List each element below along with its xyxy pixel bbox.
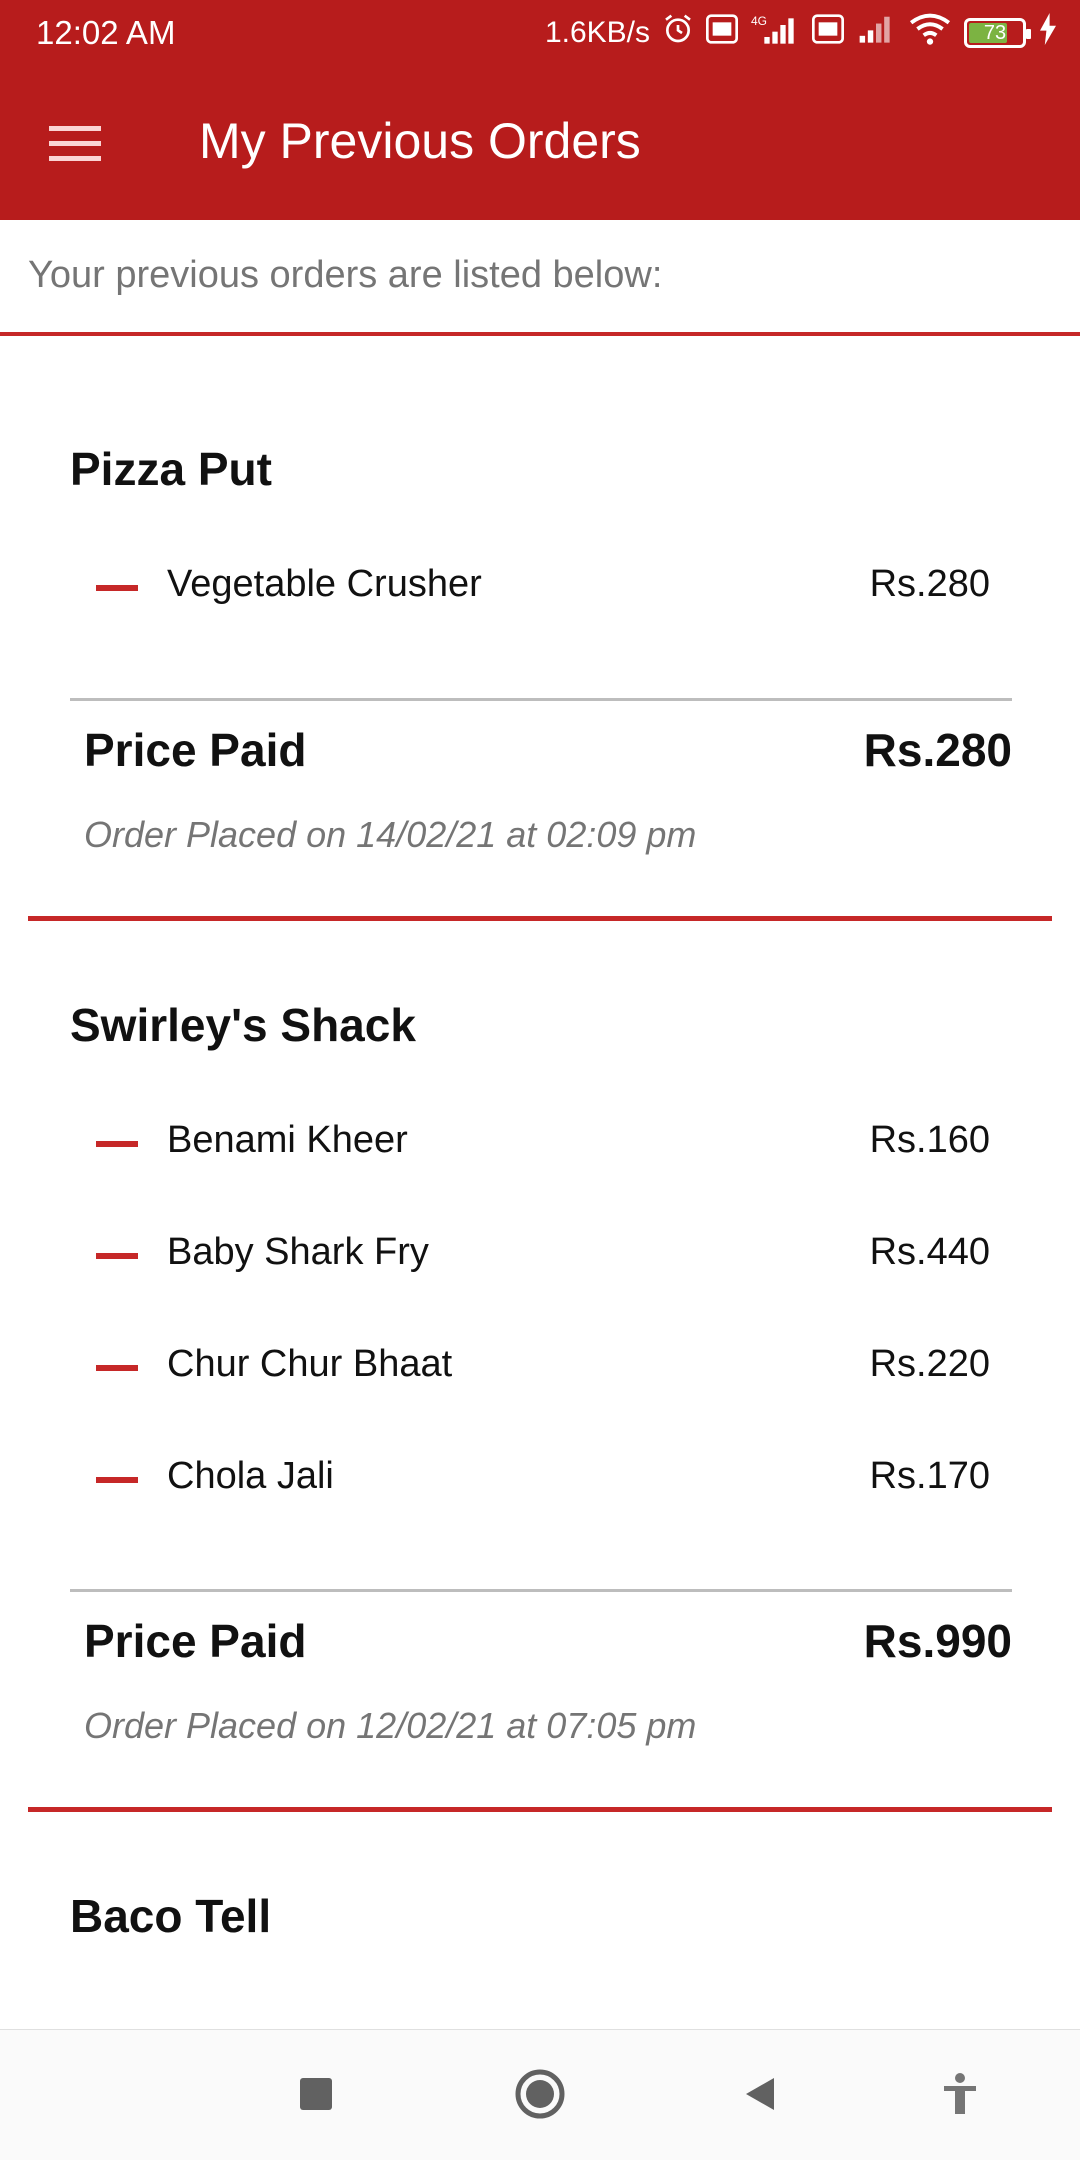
battery-icon: 73 <box>964 18 1031 48</box>
card-divider <box>28 916 1052 921</box>
order-date: Order Placed on 14/02/21 at 02:09 pm <box>84 814 697 855</box>
volte-icon-2 <box>812 14 844 52</box>
order-date: Order Placed on 12/02/21 at 07:05 pm <box>84 1705 697 1746</box>
recents-button[interactable] <box>286 2066 346 2126</box>
page-title: My Previous Orders <box>199 113 641 169</box>
item-name: Vegetable Crusher <box>167 563 482 605</box>
home-circle-icon <box>514 2068 566 2125</box>
system-nav-bar <box>0 2029 1080 2160</box>
wifi-icon <box>908 13 952 53</box>
app-bar: My Previous Orders <box>0 66 1080 220</box>
dash-icon <box>96 1365 138 1371</box>
dash-icon <box>96 585 138 591</box>
summary-divider <box>70 698 1012 701</box>
price-paid-label: Price Paid <box>84 1615 307 1667</box>
alarm-icon <box>662 13 694 53</box>
item-name: Chola Jali <box>167 1455 334 1497</box>
item-price: Rs.440 <box>869 1231 990 1273</box>
menu-button[interactable] <box>40 116 110 176</box>
subtitle-row: Your previous orders are listed below: <box>0 220 1080 336</box>
accessibility-button[interactable] <box>930 2066 990 2126</box>
status-icons: 1.6KB/s 4G 73 <box>545 10 1058 56</box>
subtitle-text: Your previous orders are listed below: <box>28 254 663 296</box>
recents-square-icon <box>298 2076 334 2117</box>
orders-list[interactable]: Pizza Put Vegetable Crusher Rs.280 Price… <box>0 336 1080 2029</box>
order-item-row: Chur Chur Bhaat Rs.220 <box>70 1335 990 1395</box>
item-price: Rs.220 <box>869 1343 990 1385</box>
battery-tip <box>1026 29 1031 39</box>
hamburger-menu-icon <box>47 124 103 169</box>
order-item-row: Vegetable Crusher Rs.280 <box>70 555 990 615</box>
item-price: Rs.280 <box>869 563 990 605</box>
restaurant-name: Swirley's Shack <box>70 999 416 1051</box>
dash-icon <box>96 1477 138 1483</box>
item-price: Rs.160 <box>869 1119 990 1161</box>
dash-icon <box>96 1253 138 1259</box>
network-speed: 1.6KB/s <box>544 16 650 49</box>
status-bar: 12:02 AM 1.6KB/s 4G 73 <box>0 0 1080 66</box>
restaurant-name: Baco Tell <box>70 1890 272 1942</box>
price-paid-label: Price Paid <box>84 724 307 776</box>
charging-icon <box>1038 13 1058 53</box>
signal-icon <box>856 14 896 52</box>
accessibility-icon <box>940 2072 980 2121</box>
summary-divider <box>70 1589 1012 1592</box>
item-price: Rs.170 <box>869 1455 990 1497</box>
home-button[interactable] <box>510 2066 570 2126</box>
item-name: Chur Chur Bhaat <box>167 1343 453 1385</box>
item-name: Baby Shark Fry <box>167 1231 429 1273</box>
network-type-label: 4G <box>751 14 767 28</box>
order-item-row: Chola Jali Rs.170 <box>70 1447 990 1507</box>
order-item-row: Benami Kheer Rs.160 <box>70 1111 990 1171</box>
signal-4g-icon: 4G <box>750 13 800 53</box>
price-paid-value: Rs.990 <box>863 1615 1012 1667</box>
back-button[interactable] <box>730 2066 790 2126</box>
card-divider <box>28 1807 1052 1812</box>
price-paid-value: Rs.280 <box>863 724 1012 776</box>
order-item-row: Baby Shark Fry Rs.440 <box>70 1223 990 1283</box>
restaurant-name: Pizza Put <box>70 443 272 495</box>
volte-icon <box>706 14 738 52</box>
item-name: Benami Kheer <box>167 1119 408 1161</box>
battery-level: 73 <box>983 21 1007 44</box>
back-triangle-icon <box>740 2074 780 2119</box>
status-time: 12:02 AM <box>36 14 176 51</box>
dash-icon <box>96 1141 138 1147</box>
